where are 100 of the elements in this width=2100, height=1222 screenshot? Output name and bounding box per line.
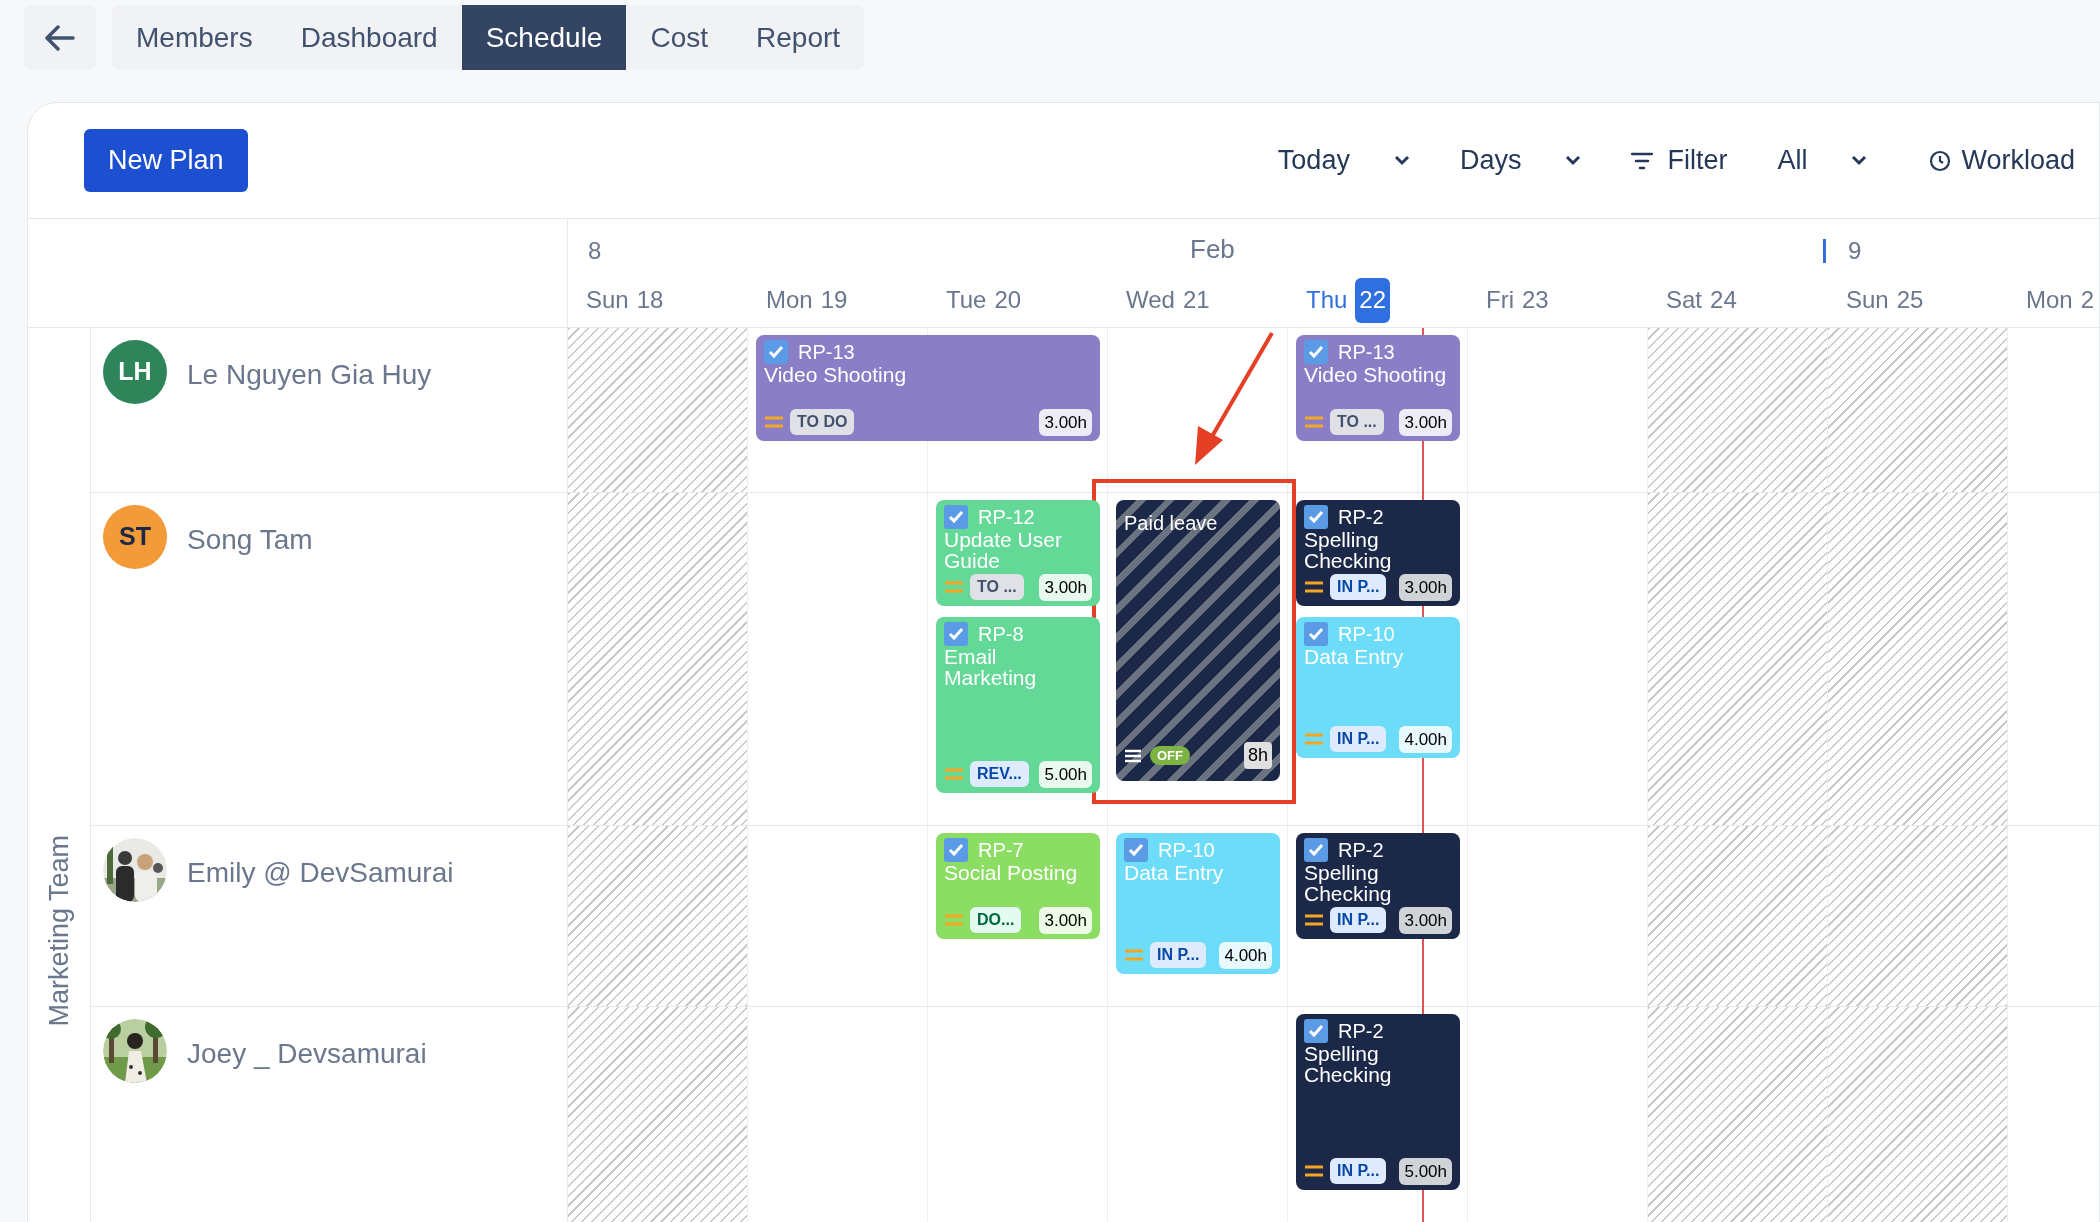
hours-badge: 5.00h [1039,760,1092,788]
task-title: Spelling Checking [1304,862,1393,904]
filter-button[interactable]: Filter [1631,140,1728,181]
priority-icon [944,581,964,594]
task-card[interactable]: RP-13 Video Shooting TO DO 3.00h [756,335,1100,441]
task-card[interactable]: RP-2 Spelling Checking IN P... 3.00h [1296,833,1460,939]
hours-badge: 3.00h [1399,408,1452,436]
day-date: 20 [994,285,1022,315]
day-label: Sun [586,285,629,315]
task-title: Spelling Checking [1304,529,1393,571]
task-title: Social Posting [944,862,1079,883]
chevron-down-icon [1851,155,1868,166]
checkbox[interactable] [944,622,968,646]
day-date: 19 [820,285,848,315]
back-button[interactable] [24,5,96,70]
priority-icon [1304,581,1324,594]
hours-badge: 3.00h [1039,573,1092,601]
task-title: Email Marketing [944,646,1038,688]
status-badge: TO ... [970,574,1024,601]
status-badge: TO DO [790,409,855,436]
tab[interactable]: Schedule [461,5,627,70]
priority-icon [1304,1165,1324,1178]
checkbox[interactable] [1304,505,1328,529]
day-label: Tue [946,285,987,315]
task-key: RP-13 [798,341,855,363]
day-label: Mon [766,285,813,315]
clock-icon [1929,149,1952,172]
checkbox[interactable] [1304,340,1328,364]
status-badge: IN P... [1330,1158,1387,1185]
task-card[interactable]: RP-10 Data Entry IN P... 4.00h [1116,833,1280,974]
status-badge: REV... [970,761,1029,788]
task-key: RP-10 [1338,623,1395,645]
hours-badge: 5.00h [1399,1157,1452,1185]
dropdown-button[interactable]: Today [1277,140,1410,181]
checkbox[interactable] [1304,622,1328,646]
status-badge: IN P... [1330,574,1387,601]
task-card[interactable]: RP-13 Video Shooting TO ... 3.00h [1296,335,1460,441]
tab[interactable]: Members [112,5,277,70]
day-date: 18 [636,285,664,315]
day-date: 23 [1522,285,1549,315]
checkbox[interactable] [1304,838,1328,862]
leave-card[interactable]: Paid leave OFF 8h [1116,500,1280,781]
task-key: RP-2 [1338,506,1384,528]
task-card[interactable]: RP-2 Spelling Checking IN P... 5.00h [1296,1014,1460,1190]
task-card[interactable]: RP-2 Spelling Checking IN P... 3.00h [1296,500,1460,606]
task-card[interactable]: RP-12 Update User Guide TO ... 3.00h [936,500,1100,606]
task-card[interactable]: RP-10 Data Entry IN P... 4.00h [1296,617,1460,758]
chevron-down-icon [1565,155,1582,166]
checkbox[interactable] [764,340,788,364]
day-date: 25 [1896,285,1924,315]
task-title: Data Entry [1304,646,1405,667]
task-card[interactable]: RP-7 Social Posting DO... 3.00h [936,833,1100,939]
status-badge: TO ... [1330,409,1384,436]
checkbox[interactable] [1304,1019,1328,1043]
task-title: Update User Guide [944,529,1063,571]
hours-badge: 4.00h [1399,725,1452,753]
dropdown-button[interactable]: Days [1459,140,1582,181]
member-name: Le Nguyen Gia Huy [187,358,432,392]
priority-icon [944,768,964,781]
day-label: Wed [1126,285,1175,315]
workload-button[interactable]: Workload [1929,140,2075,181]
checkbox[interactable] [944,505,968,529]
menu-icon [1124,748,1142,763]
status-badge: IN P... [1150,942,1207,969]
task-key: RP-7 [978,839,1024,861]
hours-badge: 8h [1243,742,1272,769]
dropdown-button[interactable]: All [1777,140,1868,181]
task-card[interactable]: RP-8 Email Marketing REV... 5.00h [936,617,1100,793]
priority-icon [1304,914,1324,927]
status-badge: IN P... [1330,726,1387,753]
tab[interactable]: Cost [626,5,733,70]
status-badge: IN P... [1330,907,1387,934]
priority-icon [764,416,784,429]
month-label: Feb [1189,233,1235,266]
filter-icon [1631,151,1654,170]
task-key: RP-8 [978,623,1024,645]
day-label: Mon [2026,285,2073,315]
tab[interactable]: Report [732,5,865,70]
hours-badge: 3.00h [1399,573,1452,601]
day-date: 21 [1182,285,1210,315]
status-badge: DO... [970,907,1022,934]
today-date: 22 [1355,277,1391,323]
task-key: RP-10 [1158,839,1215,861]
checkbox[interactable] [1124,838,1148,862]
day-label: Sun [1846,285,1889,315]
avatar: ST [103,505,167,569]
priority-icon [1304,416,1324,429]
off-badge: OFF [1150,745,1190,766]
day-label: Sat [1666,285,1703,315]
week-number: 9 [1848,236,1862,266]
task-key: RP-2 [1338,1020,1384,1042]
chevron-down-icon [1393,155,1410,166]
tab[interactable]: Dashboard [276,5,462,70]
checkbox[interactable] [944,838,968,862]
new-plan-button[interactable]: New Plan [84,129,248,192]
team-label: Marketing Team [42,835,75,1027]
priority-icon [944,914,964,927]
hours-badge: 4.00h [1219,941,1272,969]
day-date: 24 [1710,285,1737,315]
task-title: Video Shooting [764,364,908,385]
